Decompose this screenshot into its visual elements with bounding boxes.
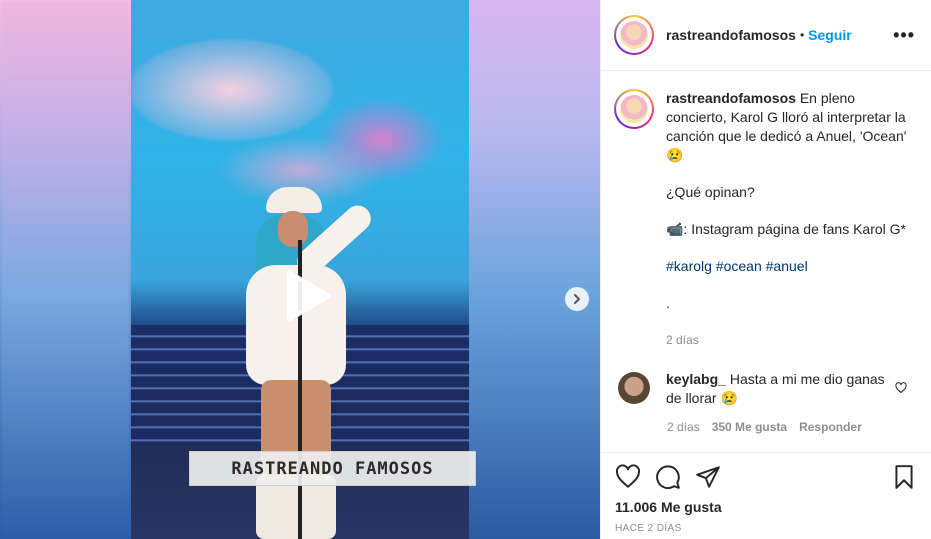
play-icon[interactable]: [275, 266, 335, 326]
comment-meta: 2 días 350 Me gusta Responder: [667, 420, 915, 434]
comment-item: keylabg_ Hasta a mi me dio ganas de llor…: [614, 370, 915, 408]
caption-line-5: .: [666, 295, 670, 311]
heart-icon[interactable]: [615, 464, 641, 490]
caption-line-2: ¿Qué opinan?: [666, 184, 755, 200]
heart-icon[interactable]: [895, 382, 907, 394]
media-blur-left: [0, 0, 131, 539]
hashtag-link[interactable]: #karolg: [666, 258, 712, 274]
media-blur-right: [469, 0, 600, 539]
hashtag-link[interactable]: #ocean: [716, 258, 762, 274]
post-media[interactable]: RASTREANDO FAMOSOS: [0, 0, 600, 539]
next-media-button[interactable]: [565, 287, 589, 311]
action-icons: [615, 463, 917, 491]
post-date[interactable]: HACE 2 DÍAS: [615, 523, 917, 534]
chevron-right-icon: [574, 294, 580, 304]
avatar[interactable]: [614, 15, 654, 55]
comment-username[interactable]: keylabg_: [666, 371, 726, 387]
comment-likes[interactable]: 350 Me gusta: [712, 420, 787, 434]
caption: rastreandofamosos En pleno concierto, Ka…: [614, 89, 915, 350]
video-watermark: RASTREANDO FAMOSOS: [189, 451, 476, 486]
comment-icon[interactable]: [655, 464, 681, 490]
caption-username[interactable]: rastreandofamosos: [666, 90, 796, 106]
share-icon[interactable]: [695, 464, 721, 490]
hashtag-link[interactable]: #anuel: [766, 258, 808, 274]
caption-avatar[interactable]: [614, 89, 654, 129]
post-header: rastreandofamosos • Seguir •••: [601, 0, 931, 71]
instagram-post: RASTREANDO FAMOSOS rastreandofamosos • S…: [0, 0, 931, 539]
comment-time[interactable]: 2 días: [667, 420, 700, 434]
comment-avatar[interactable]: [618, 372, 650, 404]
likes-count[interactable]: 11.006 Me gusta: [615, 499, 917, 515]
separator-dot: •: [799, 28, 805, 42]
header-username[interactable]: rastreandofamosos: [666, 27, 796, 43]
caption-line-3: 📹: Instagram página de fans Karol G*: [666, 221, 907, 237]
post-side-panel: rastreandofamosos • Seguir ••• rastreand…: [600, 0, 931, 539]
more-options-button[interactable]: •••: [893, 25, 915, 46]
actions-section: 11.006 Me gusta HACE 2 DÍAS: [601, 452, 931, 539]
comment-text: keylabg_ Hasta a mi me dio ganas de llor…: [666, 370, 886, 408]
comments-section[interactable]: rastreandofamosos En pleno concierto, Ka…: [601, 71, 931, 452]
follow-button[interactable]: Seguir: [808, 27, 852, 43]
reply-button[interactable]: Responder: [799, 420, 862, 434]
bookmark-icon[interactable]: [891, 464, 917, 490]
caption-time[interactable]: 2 días: [666, 331, 915, 350]
caption-hashtags: #karolg #ocean #anuel: [666, 257, 915, 276]
caption-text: rastreandofamosos En pleno concierto, Ka…: [666, 89, 915, 350]
